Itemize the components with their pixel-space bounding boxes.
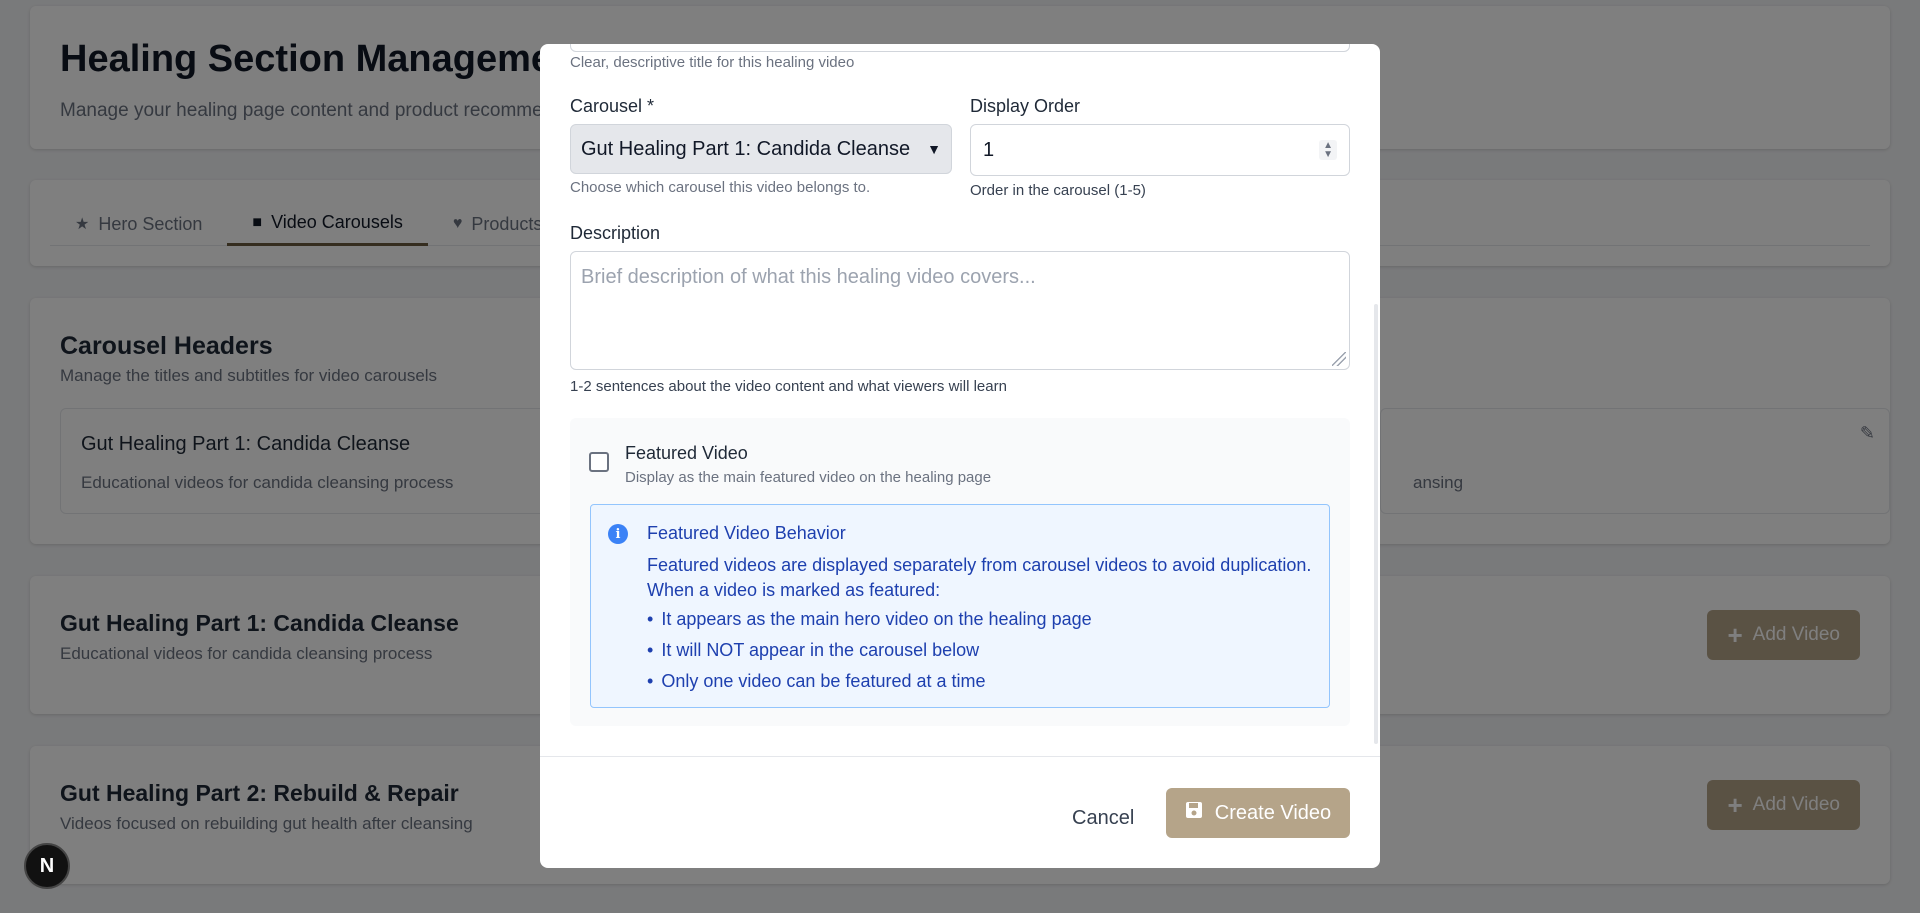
list-item: • It appears as the main hero video on th… bbox=[647, 609, 1092, 629]
display-order-input[interactable]: 1 ▲ ▼ bbox=[970, 124, 1350, 176]
featured-section: Featured Video Display as the main featu… bbox=[570, 418, 1350, 726]
carousel-selected-value: Gut Healing Part 1: Candida Cleanse bbox=[581, 137, 911, 160]
description-placeholder: Brief description of what this healing v… bbox=[581, 266, 1036, 288]
info-bullets: • It appears as the main hero video on th… bbox=[647, 609, 1092, 702]
create-video-button[interactable]: Create Video bbox=[1166, 788, 1350, 838]
description-textarea[interactable]: Brief description of what this healing v… bbox=[570, 251, 1350, 370]
display-order-value: 1 bbox=[983, 138, 995, 161]
featured-info-alert: i Featured Video Behavior Featured video… bbox=[590, 504, 1330, 708]
cancel-button[interactable]: Cancel bbox=[1072, 793, 1134, 843]
title-help: Clear, descriptive title for this healin… bbox=[570, 54, 855, 71]
info-title: Featured Video Behavior bbox=[647, 523, 846, 543]
featured-label[interactable]: Featured Video bbox=[625, 443, 748, 464]
description-help: 1-2 sentences about the video content an… bbox=[570, 378, 1007, 395]
featured-help: Display as the main featured video on th… bbox=[625, 469, 992, 486]
title-input[interactable] bbox=[570, 44, 1350, 52]
carousel-select[interactable]: Gut Healing Part 1: Candida Cleanse ▼ bbox=[570, 124, 952, 174]
stepper-icon[interactable]: ▲ ▼ bbox=[1319, 140, 1337, 160]
info-text: Featured videos are displayed separately… bbox=[647, 555, 1312, 600]
carousel-help: Choose which carousel this video belongs… bbox=[570, 179, 871, 196]
list-item: • It will NOT appear in the carousel belo… bbox=[647, 640, 980, 660]
description-label: Description bbox=[570, 223, 661, 243]
featured-checkbox[interactable] bbox=[589, 452, 609, 472]
resize-handle-icon[interactable] bbox=[1332, 352, 1346, 366]
carousel-label: Carousel * bbox=[570, 96, 655, 116]
create-video-modal: Clear, descriptive title for this healin… bbox=[540, 44, 1380, 868]
list-item: • Only one video can be featured at a tim… bbox=[647, 671, 986, 691]
display-order-help: Order in the carousel (1-5) bbox=[970, 182, 1146, 199]
modal-footer: Cancel Create Video bbox=[540, 756, 1380, 868]
save-icon bbox=[1185, 801, 1203, 825]
display-order-label: Display Order bbox=[970, 96, 1081, 116]
modal-scrollbar[interactable] bbox=[1374, 304, 1378, 744]
create-video-label: Create Video bbox=[1214, 801, 1332, 824]
nextjs-dev-badge[interactable]: N bbox=[24, 843, 70, 889]
info-icon: i bbox=[608, 524, 628, 544]
chevron-down-icon: ▼ bbox=[927, 141, 941, 157]
